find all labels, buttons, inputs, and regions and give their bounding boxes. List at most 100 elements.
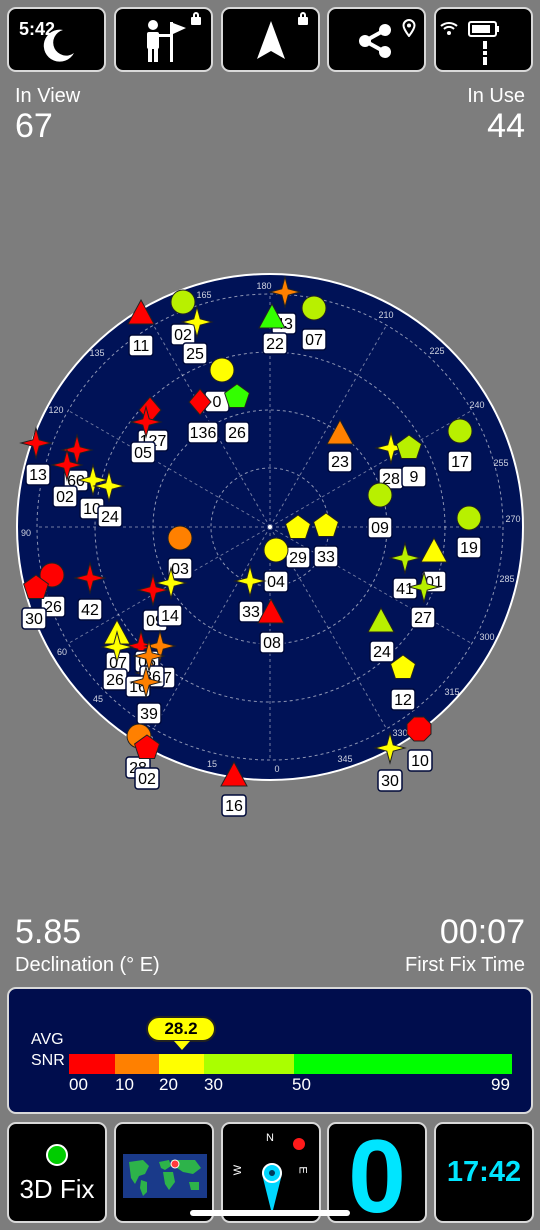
snr-tick-30: 30 [204, 1075, 223, 1094]
satellite-label: 41 [396, 581, 414, 598]
satellite-marker[interactable] [167, 525, 193, 551]
satellite-label: 12 [394, 692, 412, 709]
fix-status-tile[interactable]: 3D Fix [7, 1122, 107, 1223]
satellite-label: 42 [81, 602, 99, 619]
satellite-label: 19 [460, 540, 478, 557]
snr-average-bubble: 28.2 [146, 1016, 216, 1050]
wifi-icon [440, 22, 458, 35]
location-pin-icon [402, 19, 416, 37]
azimuth-label: 0 [274, 764, 279, 774]
satellite-label: 02 [138, 771, 156, 788]
clock-value: 17:42 [446, 1156, 522, 1188]
satellite-label: 33 [242, 604, 260, 621]
compass-tile[interactable]: N E W [221, 1122, 321, 1223]
share-icon [359, 24, 391, 58]
world-map-icon [123, 1154, 207, 1198]
snr-tick-20: 20 [159, 1075, 178, 1094]
azimuth-label: 345 [337, 754, 352, 764]
azimuth-label: 180 [256, 281, 271, 291]
satellite-marker[interactable] [406, 716, 432, 742]
satellite-label: 26 [44, 599, 62, 616]
satellite-label: 29 [289, 550, 307, 567]
lock-icon [191, 12, 201, 25]
declination-label: Declination (° E) [15, 954, 160, 976]
azimuth-label: 255 [493, 458, 508, 468]
satellite-label: 11 [133, 338, 150, 355]
in-view-label: In View [15, 85, 81, 107]
satellite-label: 0 [213, 394, 222, 411]
satellite-label: 30 [381, 773, 399, 790]
azimuth-label: 45 [93, 694, 103, 704]
azimuth-label: 210 [378, 310, 393, 320]
moon-icon [43, 29, 74, 62]
satellite-marker[interactable] [456, 505, 482, 531]
night-mode-tile[interactable]: 5:42 [7, 7, 106, 72]
azimuth-label: 315 [444, 687, 459, 697]
satellite-label: 26 [228, 425, 246, 442]
satellite-label: 136 [190, 425, 217, 442]
speed-tile[interactable]: 0 [327, 1119, 427, 1230]
sky-center-dot [268, 525, 272, 529]
satellite-marker[interactable] [367, 482, 393, 508]
satellite-label: 23 [331, 454, 349, 471]
sky-plot[interactable]: 1802102252402552702853003153303450153045… [0, 270, 540, 820]
satellite-label: 17 [451, 454, 469, 471]
azimuth-label: 285 [499, 574, 514, 584]
share-location-tile[interactable] [327, 7, 426, 72]
snr-label: SNR [31, 1052, 65, 1069]
lock-task-tile[interactable] [114, 7, 213, 72]
navigation-arrow-icon [257, 21, 285, 59]
in-use-value: 44 [487, 107, 525, 145]
azimuth-label: 165 [196, 290, 211, 300]
satellite-label: 04 [267, 574, 285, 591]
satellite-label: 22 [266, 336, 284, 353]
snr-segment-yellow [159, 1054, 204, 1074]
snr-tick-10: 10 [115, 1075, 134, 1094]
compass-east: E [296, 1166, 309, 1174]
navigate-tile[interactable] [221, 7, 320, 72]
azimuth-label: 90 [21, 528, 31, 538]
satellite-label: 14 [161, 608, 179, 625]
snr-panel[interactable]: AVG SNR 28.2 00 10 20 30 50 99 [7, 987, 533, 1114]
satellite-marker[interactable] [447, 418, 473, 444]
in-use-label: In Use [467, 85, 525, 107]
compass-north: N [266, 1132, 274, 1144]
declination-value: 5.85 [15, 913, 82, 951]
azimuth-label: 240 [469, 400, 484, 410]
snr-segment-red [69, 1054, 115, 1074]
satellite-marker[interactable] [301, 295, 327, 321]
satellite-label: 30 [25, 611, 43, 628]
satellite-marker[interactable] [170, 289, 196, 315]
azimuth-label: 330 [392, 728, 407, 738]
satellite-label: 07 [305, 332, 323, 349]
satellite-label: 16 [225, 798, 243, 815]
satellite-label: 02 [56, 489, 74, 506]
azimuth-label: 120 [48, 405, 63, 415]
satellite-label: 33 [317, 549, 335, 566]
compass-needle-icon [262, 1163, 282, 1214]
device-status-tile[interactable] [434, 7, 533, 72]
snr-segment-green [294, 1054, 512, 1074]
person-flag-icon [147, 20, 186, 62]
snr-tick-99: 99 [491, 1075, 510, 1094]
azimuth-label: 135 [89, 348, 104, 358]
satellite-label: 25 [186, 346, 204, 363]
satellite-label: 02 [174, 327, 192, 344]
satellite-label: 9 [410, 469, 419, 486]
satellite-marker[interactable] [209, 357, 235, 383]
home-indicator[interactable] [190, 1210, 350, 1216]
snr-segment-yellowgreen [204, 1054, 294, 1074]
satellite-marker[interactable] [263, 537, 289, 563]
world-map-tile[interactable] [114, 1122, 214, 1223]
satellite-label: 13 [29, 467, 47, 484]
clock-tile[interactable]: 17:42 [434, 1122, 534, 1223]
azimuth-label: 15 [207, 759, 217, 769]
snr-segment-orange [115, 1054, 159, 1074]
satellite-label: 05 [134, 445, 152, 462]
snr-tick-50: 50 [292, 1075, 311, 1094]
avg-label: AVG [31, 1031, 64, 1048]
satellite-10[interactable]: 10 [406, 716, 433, 772]
satellite-label: 27 [414, 610, 432, 627]
satellite-label: 39 [140, 706, 158, 723]
snr-tick-00: 00 [69, 1075, 88, 1094]
